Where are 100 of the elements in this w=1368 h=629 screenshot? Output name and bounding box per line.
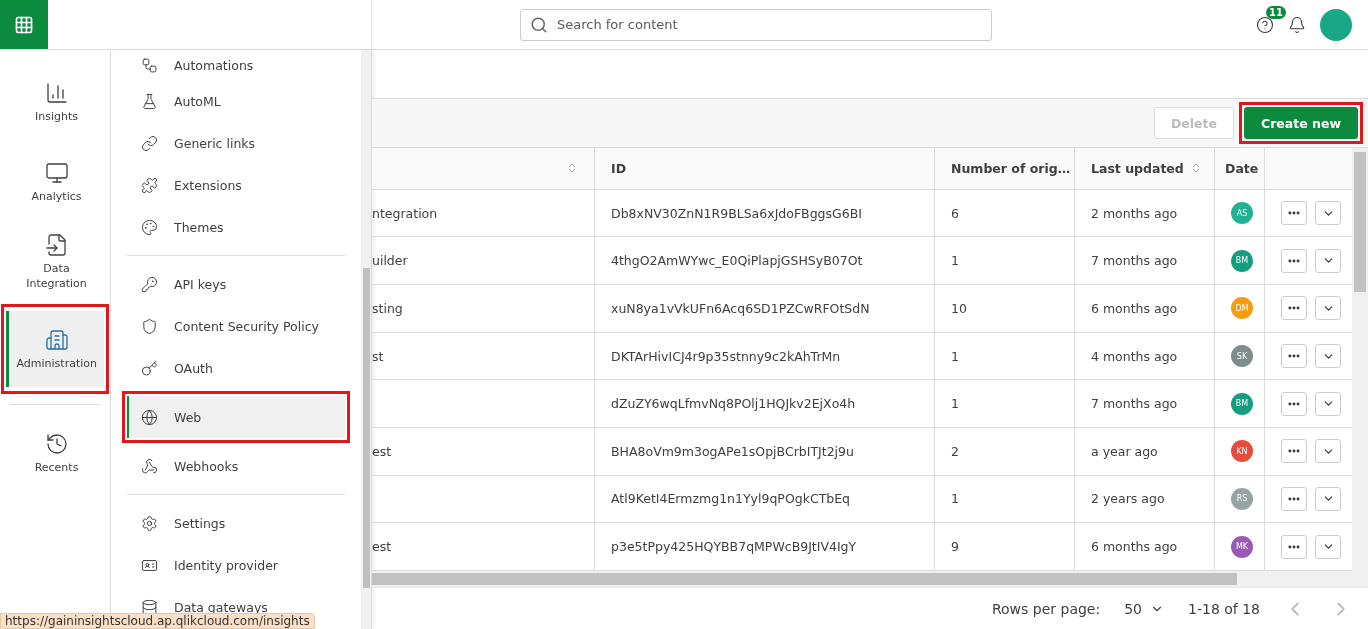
owner-avatar: MK	[1231, 535, 1253, 558]
column-header[interactable]: Number of orig…	[935, 148, 1075, 189]
table-cell: 2 months ago	[1075, 189, 1215, 237]
table-cell: 6 months ago	[1075, 523, 1215, 570]
app-launcher-button[interactable]	[0, 0, 48, 49]
owner-avatar: KN	[1231, 440, 1253, 463]
create-button[interactable]: Create new	[1244, 107, 1358, 139]
grid-icon	[14, 14, 34, 35]
bell-icon[interactable]	[1288, 15, 1306, 34]
expand-button[interactable]	[1315, 486, 1341, 511]
menu-item[interactable]: Identity provider	[127, 544, 345, 586]
link-icon	[141, 134, 158, 152]
table-cell: BHA8oVm9m3ogAPe1sOpjBCrbITJt2j9u	[595, 428, 935, 475]
table-cell: 1	[935, 475, 1075, 523]
more-button[interactable]	[1281, 296, 1307, 321]
expand-button[interactable]	[1315, 391, 1341, 416]
column-header[interactable]: ID	[595, 148, 935, 189]
user-avatar[interactable]	[1320, 8, 1352, 41]
table-cell: xuN8ya1vVkUFn6Acq6SD1PZCwRFOtSdN	[595, 285, 935, 332]
table-cell: 7 months ago	[1075, 237, 1215, 284]
menu-item[interactable]: Webhooks	[127, 445, 345, 487]
settings-icon	[141, 514, 158, 532]
building-icon	[44, 327, 69, 352]
table-cell: 1	[935, 237, 1075, 284]
table-cell: 7 months ago	[1075, 380, 1215, 427]
more-button[interactable]	[1281, 439, 1307, 464]
owner-avatar: BM	[1231, 249, 1253, 272]
expand-button[interactable]	[1315, 439, 1341, 464]
more-button[interactable]	[1281, 344, 1307, 368]
table-cell: 9	[935, 523, 1075, 570]
nav-item[interactable]: Administration	[6, 311, 104, 387]
search-field[interactable]: Search for content	[520, 8, 992, 41]
palette-icon	[141, 218, 158, 236]
table-cell: DKTArHivICJ4r9p35stnny9c2kAhTrMn	[595, 332, 935, 380]
table-cell: p3e5tPpy425HQYBB7qMPWcB9JtIV4IgY	[595, 523, 935, 570]
owner-avatar: BM	[1231, 392, 1253, 415]
nav-item[interactable]: Insights	[6, 64, 104, 140]
menu-item[interactable]: Settings	[127, 502, 345, 544]
scrollbar[interactable]	[361, 50, 371, 629]
table-cell: 1	[935, 332, 1075, 380]
more-button[interactable]	[1281, 201, 1307, 226]
expand-button[interactable]	[1315, 248, 1341, 273]
menu-item[interactable]: AutoML	[127, 80, 345, 122]
table-cell: dZuZY6wqLfmvNq8POlj1HQJkv2EjXo4h	[595, 380, 935, 427]
file-arrow-icon	[44, 233, 69, 257]
help-icon[interactable]	[1256, 15, 1274, 34]
key-icon	[141, 359, 158, 377]
database-icon	[141, 598, 158, 616]
puzzle-icon	[141, 176, 158, 194]
expand-button[interactable]	[1315, 534, 1341, 559]
clock-history-icon	[44, 431, 69, 456]
nav-item[interactable]: Analytics	[6, 144, 104, 220]
column-header[interactable]: Date	[1215, 148, 1265, 189]
table-cell: Db8xNV30ZnN1R9BLSa6xJdoFBggsG6BI	[595, 189, 935, 237]
expand-button[interactable]	[1315, 296, 1341, 321]
webhook-icon	[141, 457, 158, 475]
menu-item[interactable]: Extensions	[127, 164, 345, 206]
table-cell: 6	[935, 189, 1075, 237]
table-cell: 6 months ago	[1075, 285, 1215, 332]
globe-icon	[141, 408, 158, 426]
expand-button[interactable]	[1315, 201, 1341, 226]
table-cell: sting	[372, 300, 403, 316]
expand-button[interactable]	[1315, 344, 1341, 368]
table-cell: est	[372, 443, 392, 459]
table-cell: ntegration	[372, 205, 438, 221]
menu-item[interactable]: API keys	[127, 263, 345, 305]
scrollbar[interactable]	[372, 571, 1368, 587]
menu-item[interactable]: Web	[127, 396, 345, 438]
more-button[interactable]	[1281, 534, 1307, 559]
scrollbar[interactable]	[1352, 148, 1368, 571]
owner-avatar: RS	[1231, 487, 1253, 510]
table-cell: 10	[935, 285, 1075, 332]
shield-icon	[141, 317, 158, 335]
menu-item[interactable]: OAuth	[127, 347, 345, 389]
key-icon	[141, 275, 158, 293]
workflow-icon	[141, 56, 158, 74]
page-range: 1-18 of 18	[1188, 600, 1260, 617]
nav-item[interactable]: Data Integration	[6, 224, 104, 300]
notification-badge: 11	[1266, 5, 1286, 19]
more-button[interactable]	[1281, 486, 1307, 511]
menu-item[interactable]: Generic links	[127, 122, 345, 164]
nav-item[interactable]: Recents	[6, 415, 104, 491]
menu-item[interactable]: Themes	[127, 206, 345, 248]
table-cell: Atl9KetI4Ermzmg1n1Yyl9qPOgkCTbEq	[595, 475, 935, 523]
menu-item[interactable]: Automations	[127, 50, 345, 80]
search-icon	[530, 15, 548, 34]
owner-avatar: AS	[1231, 202, 1253, 225]
owner-avatar: SK	[1231, 345, 1253, 367]
table-cell: 4thgO2AmWYwc_E0QiPlapjGSHSyB07Ot	[595, 237, 935, 284]
column-header[interactable]: Last updated	[1075, 148, 1215, 189]
rows-per-page-select[interactable]: 50	[1124, 600, 1164, 617]
rows-per-page-label: Rows per page:	[991, 600, 1101, 617]
table-cell: 2	[935, 428, 1075, 475]
menu-item[interactable]: Content Security Policy	[127, 305, 345, 347]
table-cell: uilder	[372, 253, 408, 269]
table-cell: est	[372, 539, 392, 555]
more-button[interactable]	[1281, 391, 1307, 416]
flask-icon	[141, 92, 158, 110]
table-cell: st	[372, 348, 384, 364]
more-button[interactable]	[1281, 248, 1307, 273]
